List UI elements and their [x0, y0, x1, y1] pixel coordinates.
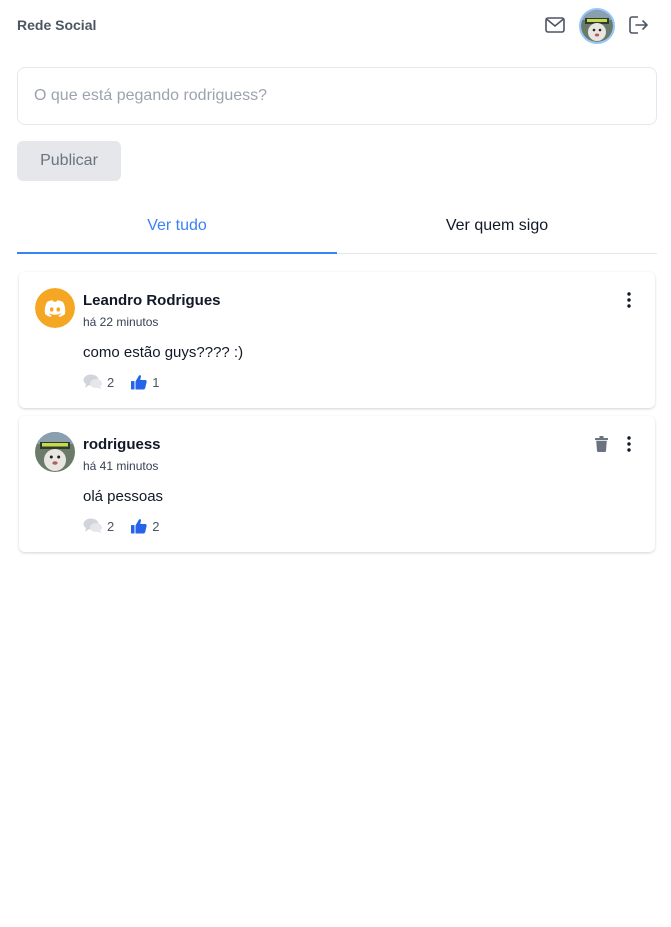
- feed-tabs: Ver tudo Ver quem sigo: [17, 198, 657, 254]
- post-body: olá pessoas: [83, 488, 164, 505]
- user-photo[interactable]: [35, 432, 75, 472]
- post-author[interactable]: rodriguess: [83, 436, 161, 453]
- post-stats: 2 2: [83, 516, 175, 536]
- comments-button[interactable]: 2: [83, 518, 114, 534]
- tab-ver-tudo[interactable]: Ver tudo: [17, 198, 337, 254]
- post-card: Leandro Rodrigues há 22 minutos como est…: [19, 272, 655, 408]
- trash-icon[interactable]: [593, 434, 609, 454]
- comments-icon: [83, 374, 102, 390]
- post-time: há 22 minutos: [83, 315, 159, 329]
- comments-button[interactable]: 2: [83, 374, 114, 390]
- top-bar: Rede Social: [0, 0, 671, 50]
- post-time: há 41 minutos: [83, 459, 159, 473]
- likes-count: 1: [152, 374, 160, 390]
- brand-title[interactable]: Rede Social: [17, 17, 96, 33]
- comments-count: 2: [107, 518, 115, 534]
- thumbs-up-icon: [131, 375, 147, 390]
- post-card: rodriguess há 41 minutos olá pessoas 2 2: [19, 416, 655, 552]
- page: Rede Social O que está pegando rodrigues…: [0, 0, 671, 927]
- post-body: como estão guys???? :): [83, 344, 244, 361]
- publish-button[interactable]: Publicar: [17, 141, 121, 181]
- discord-icon[interactable]: [35, 288, 75, 328]
- post-stats: 2 1: [83, 372, 175, 392]
- comments-count: 2: [107, 374, 115, 390]
- post-input[interactable]: [17, 67, 657, 125]
- post-author[interactable]: Leandro Rodrigues: [83, 292, 221, 309]
- like-button[interactable]: 2: [130, 518, 159, 534]
- mail-icon[interactable]: [543, 13, 567, 37]
- avatar[interactable]: [579, 8, 615, 44]
- likes-count: 2: [152, 518, 160, 534]
- logout-icon[interactable]: [627, 13, 651, 37]
- tab-ver-quem-sigo[interactable]: Ver quem sigo: [337, 198, 657, 253]
- more-options-icon[interactable]: [621, 434, 637, 454]
- more-options-icon[interactable]: [621, 290, 637, 310]
- like-button[interactable]: 1: [130, 374, 159, 390]
- comments-icon: [83, 518, 102, 534]
- thumbs-up-icon: [131, 519, 147, 534]
